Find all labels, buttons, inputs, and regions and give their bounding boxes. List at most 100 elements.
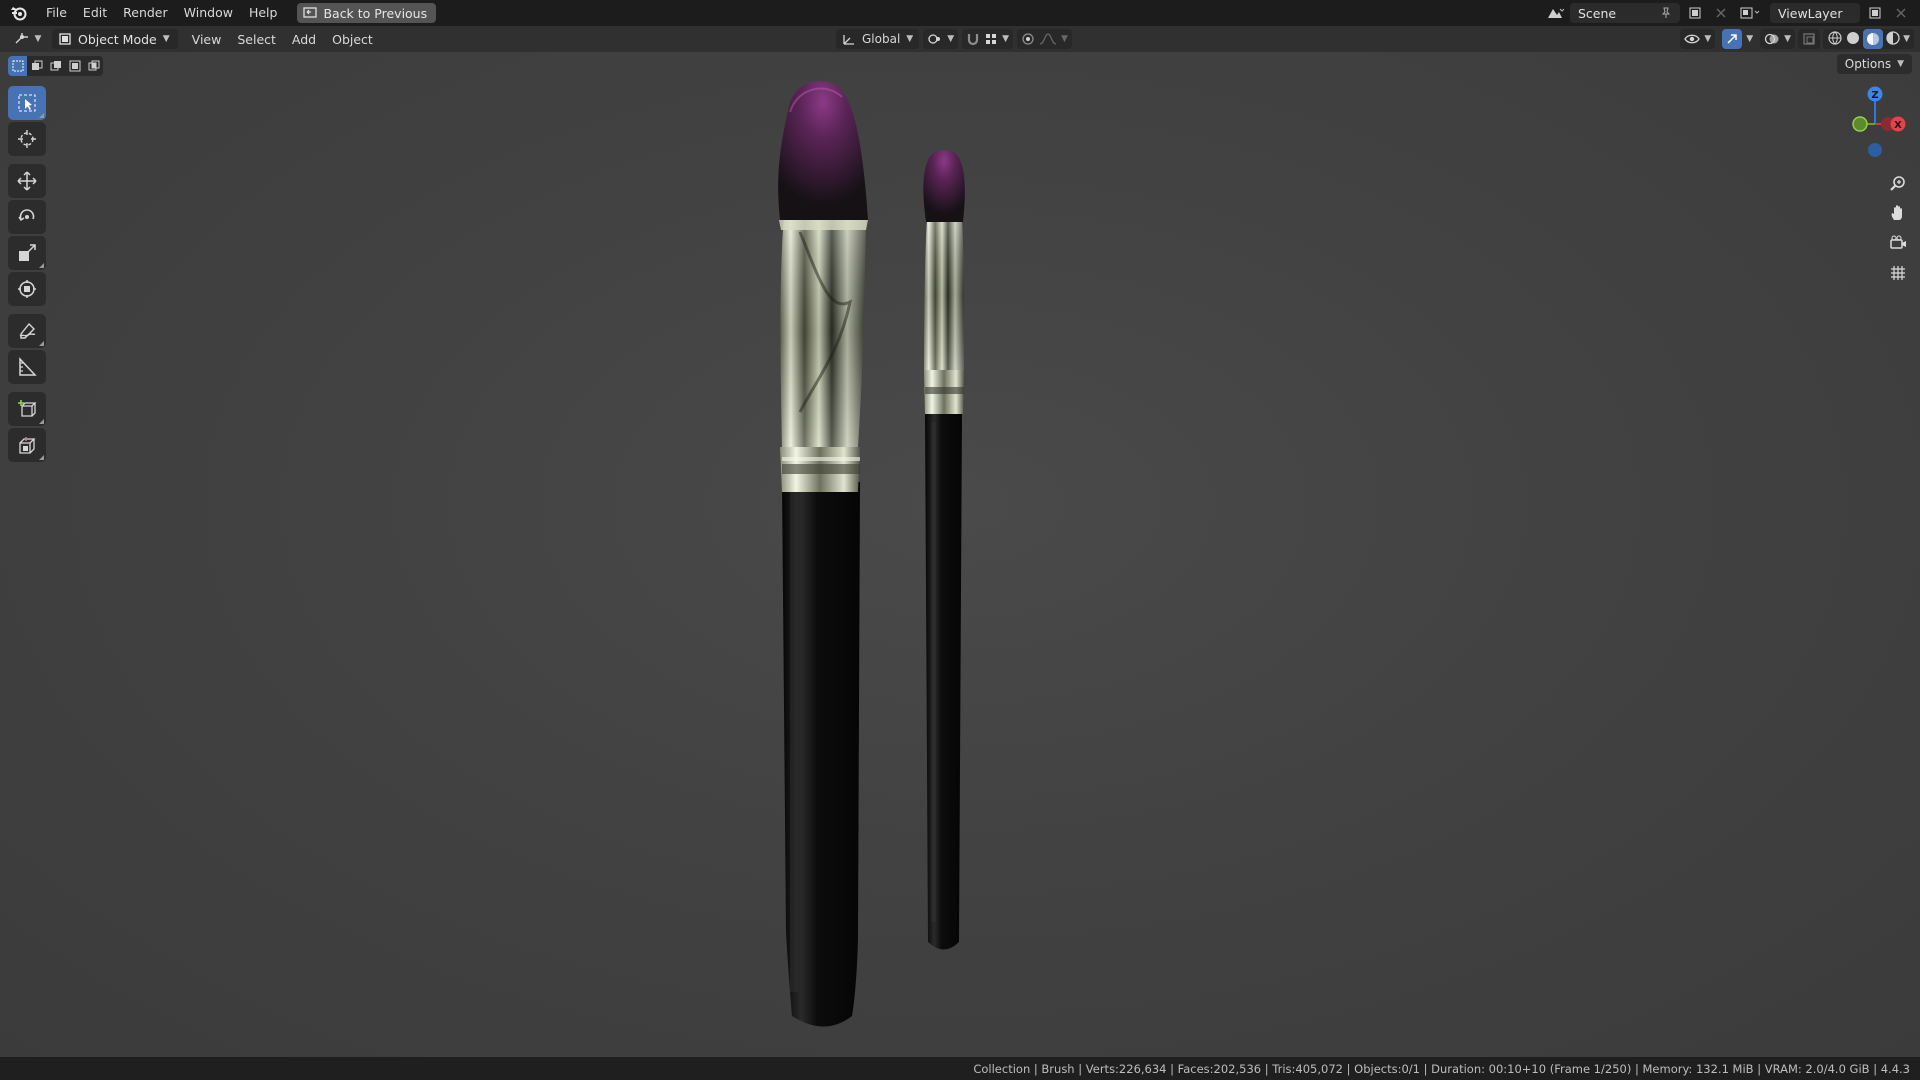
editor-type-dropdown[interactable]: ▼ xyxy=(8,29,46,49)
snap-toggle[interactable]: ▼ xyxy=(962,29,1014,49)
material-preview-shading-icon[interactable] xyxy=(1863,29,1884,49)
annotate-icon[interactable] xyxy=(8,314,46,348)
snap-grid-icon[interactable] xyxy=(984,32,998,46)
select-extend-icon[interactable] xyxy=(27,56,46,76)
screen-back-icon xyxy=(303,7,318,18)
extrude-icon[interactable] xyxy=(8,428,46,462)
magnet-icon xyxy=(968,34,979,46)
pivot-point-dropdown[interactable]: ▼ xyxy=(923,29,959,49)
object-mode-icon xyxy=(59,33,71,45)
tool-shelf xyxy=(8,86,46,462)
blender-logo-icon[interactable] xyxy=(8,2,30,24)
z-axis-label: Z xyxy=(1871,90,1878,101)
menu-view[interactable]: View xyxy=(184,32,230,47)
transform-controls: Global ▼ ▼ ▼ ▼ xyxy=(836,29,1072,49)
gizmo-icon[interactable] xyxy=(1722,29,1743,49)
select-intersect-icon[interactable] xyxy=(84,56,103,76)
scene-browse-icon[interactable] xyxy=(1544,3,1566,23)
overlays-toggle[interactable]: ▼ xyxy=(1760,29,1796,49)
menu-object[interactable]: Object xyxy=(324,32,381,47)
menu-add[interactable]: Add xyxy=(284,32,324,47)
viewport-display-controls: ▼ ▼ ▼ ▼ xyxy=(1680,29,1914,49)
proportional-editing-toggle[interactable]: ▼ xyxy=(1017,29,1072,49)
menu-help[interactable]: Help xyxy=(241,0,286,26)
mode-label: Object Mode xyxy=(78,31,157,47)
viewport-header: ▼ Object Mode ▼ View Select Add Object G… xyxy=(0,26,1920,52)
3d-viewport-icon xyxy=(15,33,28,44)
menu-edit[interactable]: Edit xyxy=(75,0,115,26)
new-view-layer-icon[interactable] xyxy=(1864,3,1886,23)
select-invert-icon[interactable] xyxy=(65,56,84,76)
solid-shading-icon[interactable] xyxy=(1845,30,1861,49)
delete-view-layer-icon[interactable] xyxy=(1890,3,1912,23)
top-right-controls: Scene ViewLayer xyxy=(1544,0,1920,26)
view-layer-browse-icon[interactable] xyxy=(1736,3,1766,23)
chevron-down-icon: ▼ xyxy=(947,34,955,44)
select-subtract-icon[interactable] xyxy=(46,56,65,76)
wireframe-shading-icon[interactable] xyxy=(1827,30,1843,49)
move-icon[interactable] xyxy=(8,164,46,198)
navigation-gizmo[interactable]: X Z xyxy=(1840,72,1910,162)
chevron-down-icon: ▼ xyxy=(1002,34,1010,44)
transform-orientation-dropdown[interactable]: Global ▼ xyxy=(836,29,920,49)
scene-name-field[interactable]: Scene xyxy=(1570,3,1680,23)
chevron-down-icon: ▼ xyxy=(1061,34,1068,44)
cursor-icon[interactable] xyxy=(8,122,46,156)
add-cube-icon[interactable] xyxy=(8,392,46,426)
select-box-icon[interactable] xyxy=(8,86,46,120)
chevron-down-icon: ▼ xyxy=(1746,34,1754,44)
shading-modes: ▼ xyxy=(1823,29,1914,49)
chevron-down-icon: ▼ xyxy=(1784,34,1792,44)
menu-file[interactable]: File xyxy=(38,0,75,26)
options-label: Options xyxy=(1844,57,1892,71)
orientation-label: Global xyxy=(862,32,901,46)
new-scene-icon[interactable] xyxy=(1684,3,1706,23)
chevron-down-icon: ▼ xyxy=(1897,59,1904,69)
xray-toggle[interactable] xyxy=(1798,29,1821,49)
mode-dropdown[interactable]: Object Mode ▼ xyxy=(52,29,178,49)
y-axis-handle[interactable] xyxy=(1852,116,1868,132)
ortho-grid-icon[interactable] xyxy=(1884,260,1912,286)
chevron-down-icon[interactable]: ▼ xyxy=(1903,34,1910,44)
scale-icon[interactable] xyxy=(8,236,46,270)
pivot-icon xyxy=(928,34,941,44)
rotate-icon[interactable] xyxy=(8,200,46,234)
delete-scene-icon[interactable] xyxy=(1710,3,1732,23)
overlays-icon xyxy=(1765,33,1779,45)
visibility-dropdown[interactable]: ▼ xyxy=(1680,29,1716,49)
menu-render[interactable]: Render xyxy=(115,0,176,26)
small-makeup-brush[interactable] xyxy=(923,150,965,950)
options-dropdown[interactable]: Options ▼ xyxy=(1836,54,1912,74)
transform-icon[interactable] xyxy=(8,272,46,306)
menu-window[interactable]: Window xyxy=(176,0,241,26)
eye-icon xyxy=(1684,34,1701,44)
falloff-curve-icon[interactable] xyxy=(1039,32,1057,46)
orientation-axes-icon xyxy=(843,35,854,45)
status-bar: Collection | Brush | Verts:226,634 | Fac… xyxy=(0,1057,1920,1080)
zoom-icon[interactable] xyxy=(1884,170,1912,196)
select-new-icon[interactable] xyxy=(8,56,27,76)
chevron-down-icon: ▼ xyxy=(906,34,914,44)
chevron-down-icon: ▼ xyxy=(1704,34,1712,44)
chevron-down-icon: ▼ xyxy=(162,34,170,44)
top-menu-bar: File Edit Render Window Help Back to Pre… xyxy=(0,0,1920,26)
scene-name: Scene xyxy=(1578,5,1617,21)
gizmo-toggle[interactable]: ▼ xyxy=(1718,29,1757,49)
view-layer-field[interactable]: ViewLayer xyxy=(1770,3,1860,23)
measure-icon[interactable] xyxy=(8,350,46,384)
pan-hand-icon[interactable] xyxy=(1884,200,1912,226)
menu-select[interactable]: Select xyxy=(229,32,284,47)
chevron-down-icon: ▼ xyxy=(34,34,42,44)
proportional-edit-icon xyxy=(1022,33,1034,45)
view-layer-name: ViewLayer xyxy=(1778,5,1843,21)
navigation-buttons xyxy=(1884,170,1912,286)
selection-mode-buttons xyxy=(8,56,103,76)
camera-icon[interactable] xyxy=(1884,230,1912,256)
large-makeup-brush[interactable] xyxy=(778,81,868,1027)
back-to-previous-button[interactable]: Back to Previous xyxy=(297,3,437,23)
neg-z-axis-handle[interactable] xyxy=(1868,143,1882,157)
rendered-shading-icon[interactable] xyxy=(1885,30,1901,49)
3d-viewport[interactable]: Options ▼ X Z xyxy=(0,52,1920,1057)
back-to-previous-label: Back to Previous xyxy=(323,5,428,21)
pin-icon[interactable] xyxy=(1660,7,1672,19)
